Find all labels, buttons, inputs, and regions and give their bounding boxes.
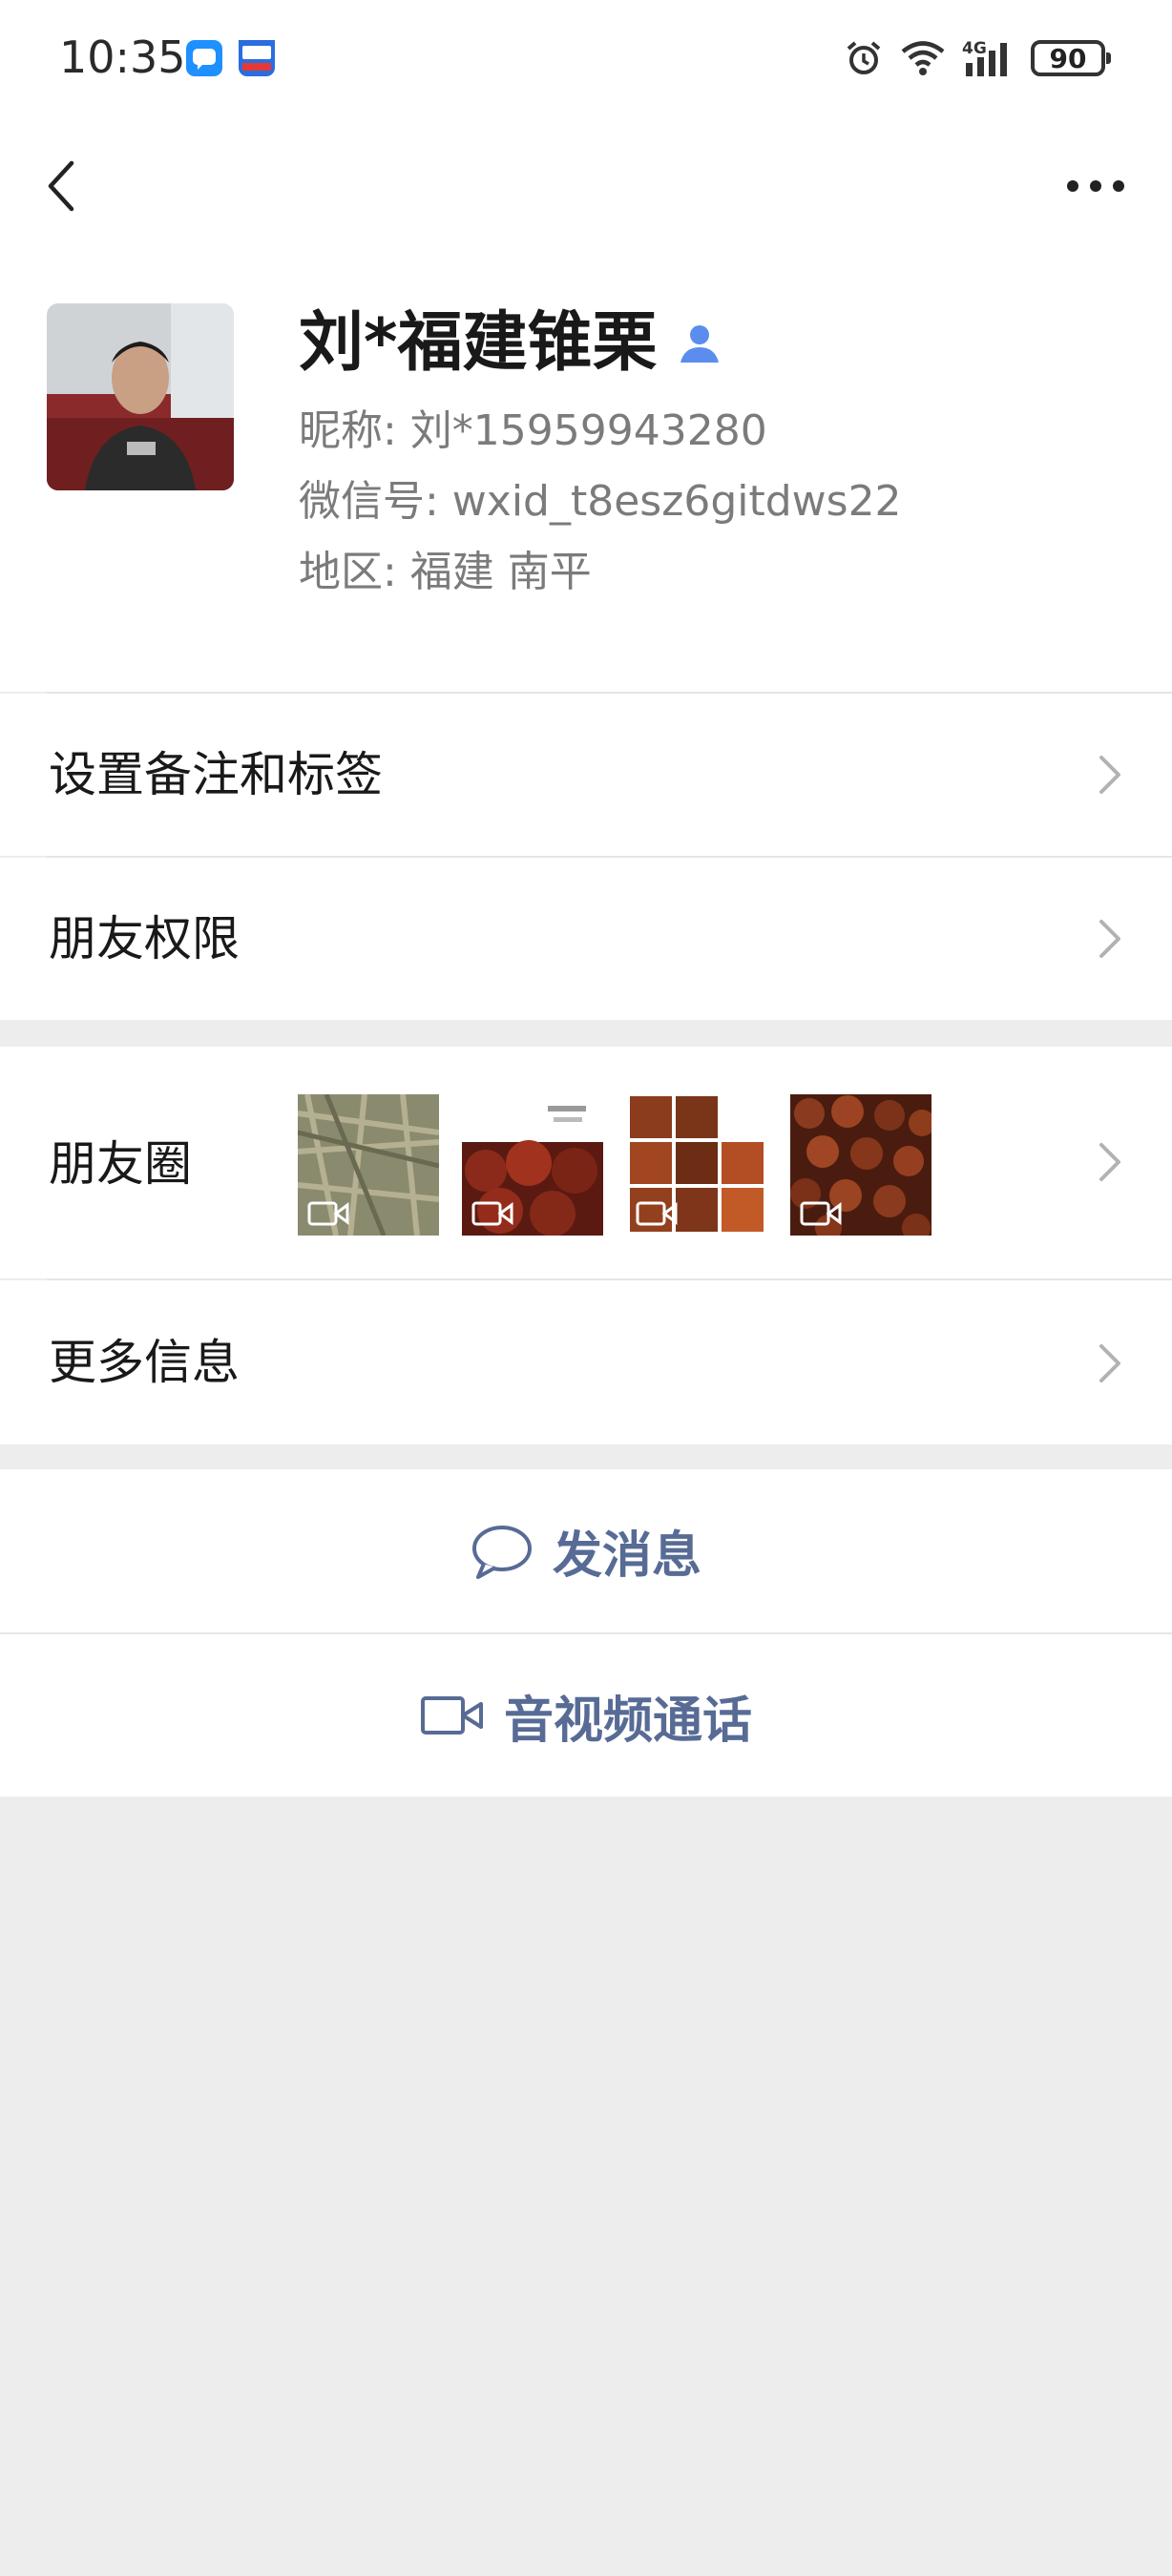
status-indicators: 4G 90: [828, 34, 1111, 82]
chat-bubble-icon: [471, 1525, 532, 1579]
display-name-text: 刘*福建锥栗: [299, 305, 658, 381]
av-call-label: 音视频通话: [503, 1692, 752, 1750]
more-options-button[interactable]: [1057, 153, 1134, 219]
display-name: 刘*福建锥栗: [299, 298, 724, 389]
video-icon: [471, 1201, 513, 1226]
moments-label: 朋友圈: [49, 1136, 192, 1192]
video-call-icon: [420, 1696, 483, 1735]
moments-thumbnail[interactable]: [298, 1094, 439, 1236]
moments-thumbnail[interactable]: [462, 1094, 603, 1236]
more-info-row[interactable]: 更多信息: [0, 1280, 1172, 1444]
friend-permissions-label: 朋友权限: [49, 911, 240, 966]
wechat-id-line: 微信号: wxid_t8esz6gitdws22: [299, 477, 902, 526]
chevron-right-icon: [1096, 915, 1124, 963]
video-icon: [636, 1201, 678, 1226]
moments-thumbnail[interactable]: [626, 1094, 767, 1236]
av-call-button[interactable]: 音视频通话: [0, 1634, 1172, 1797]
alarm-icon: [847, 41, 881, 74]
avatar[interactable]: [47, 303, 234, 490]
news-app-icon: [239, 40, 275, 76]
network-type-label: 4G: [962, 39, 987, 58]
remark-tags-row[interactable]: 设置备注和标签: [0, 694, 1172, 856]
nav-bar: [0, 114, 1172, 258]
battery-indicator: 90: [1031, 40, 1111, 76]
status-time: 10:35: [59, 31, 186, 83]
send-message-label: 发消息: [552, 1527, 701, 1585]
region-line: 地区: 福建 南平: [299, 548, 592, 596]
moments-thumbnail[interactable]: [790, 1094, 931, 1236]
moments-row[interactable]: 朋友圈: [0, 1047, 1172, 1278]
moments-thumbnails: [298, 1094, 954, 1236]
contact-person-icon: [675, 319, 724, 368]
chevron-right-icon: [1096, 1138, 1124, 1186]
send-message-button[interactable]: 发消息: [0, 1469, 1172, 1632]
more-info-label: 更多信息: [49, 1335, 240, 1390]
ellipsis-icon: [1067, 180, 1124, 192]
chevron-right-icon: [1096, 1340, 1124, 1387]
wifi-icon: [901, 41, 945, 75]
video-icon: [800, 1201, 842, 1226]
profile-header: 刘*福建锥栗 昵称: 刘*15959943280 微信号: wxid_t8esz…: [0, 258, 1172, 692]
nickname-line: 昵称: 刘*15959943280: [299, 406, 767, 455]
status-bar: 10:35 4G 90: [0, 0, 1172, 114]
cellular-signal-icon: 4G: [962, 39, 1007, 76]
video-icon: [307, 1201, 349, 1226]
back-button[interactable]: [29, 153, 95, 219]
chevron-left-icon: [48, 160, 74, 212]
friend-permissions-row[interactable]: 朋友权限: [0, 858, 1172, 1020]
remark-tags-label: 设置备注和标签: [49, 747, 383, 802]
chevron-right-icon: [1096, 751, 1124, 799]
message-app-icon: [186, 40, 222, 76]
